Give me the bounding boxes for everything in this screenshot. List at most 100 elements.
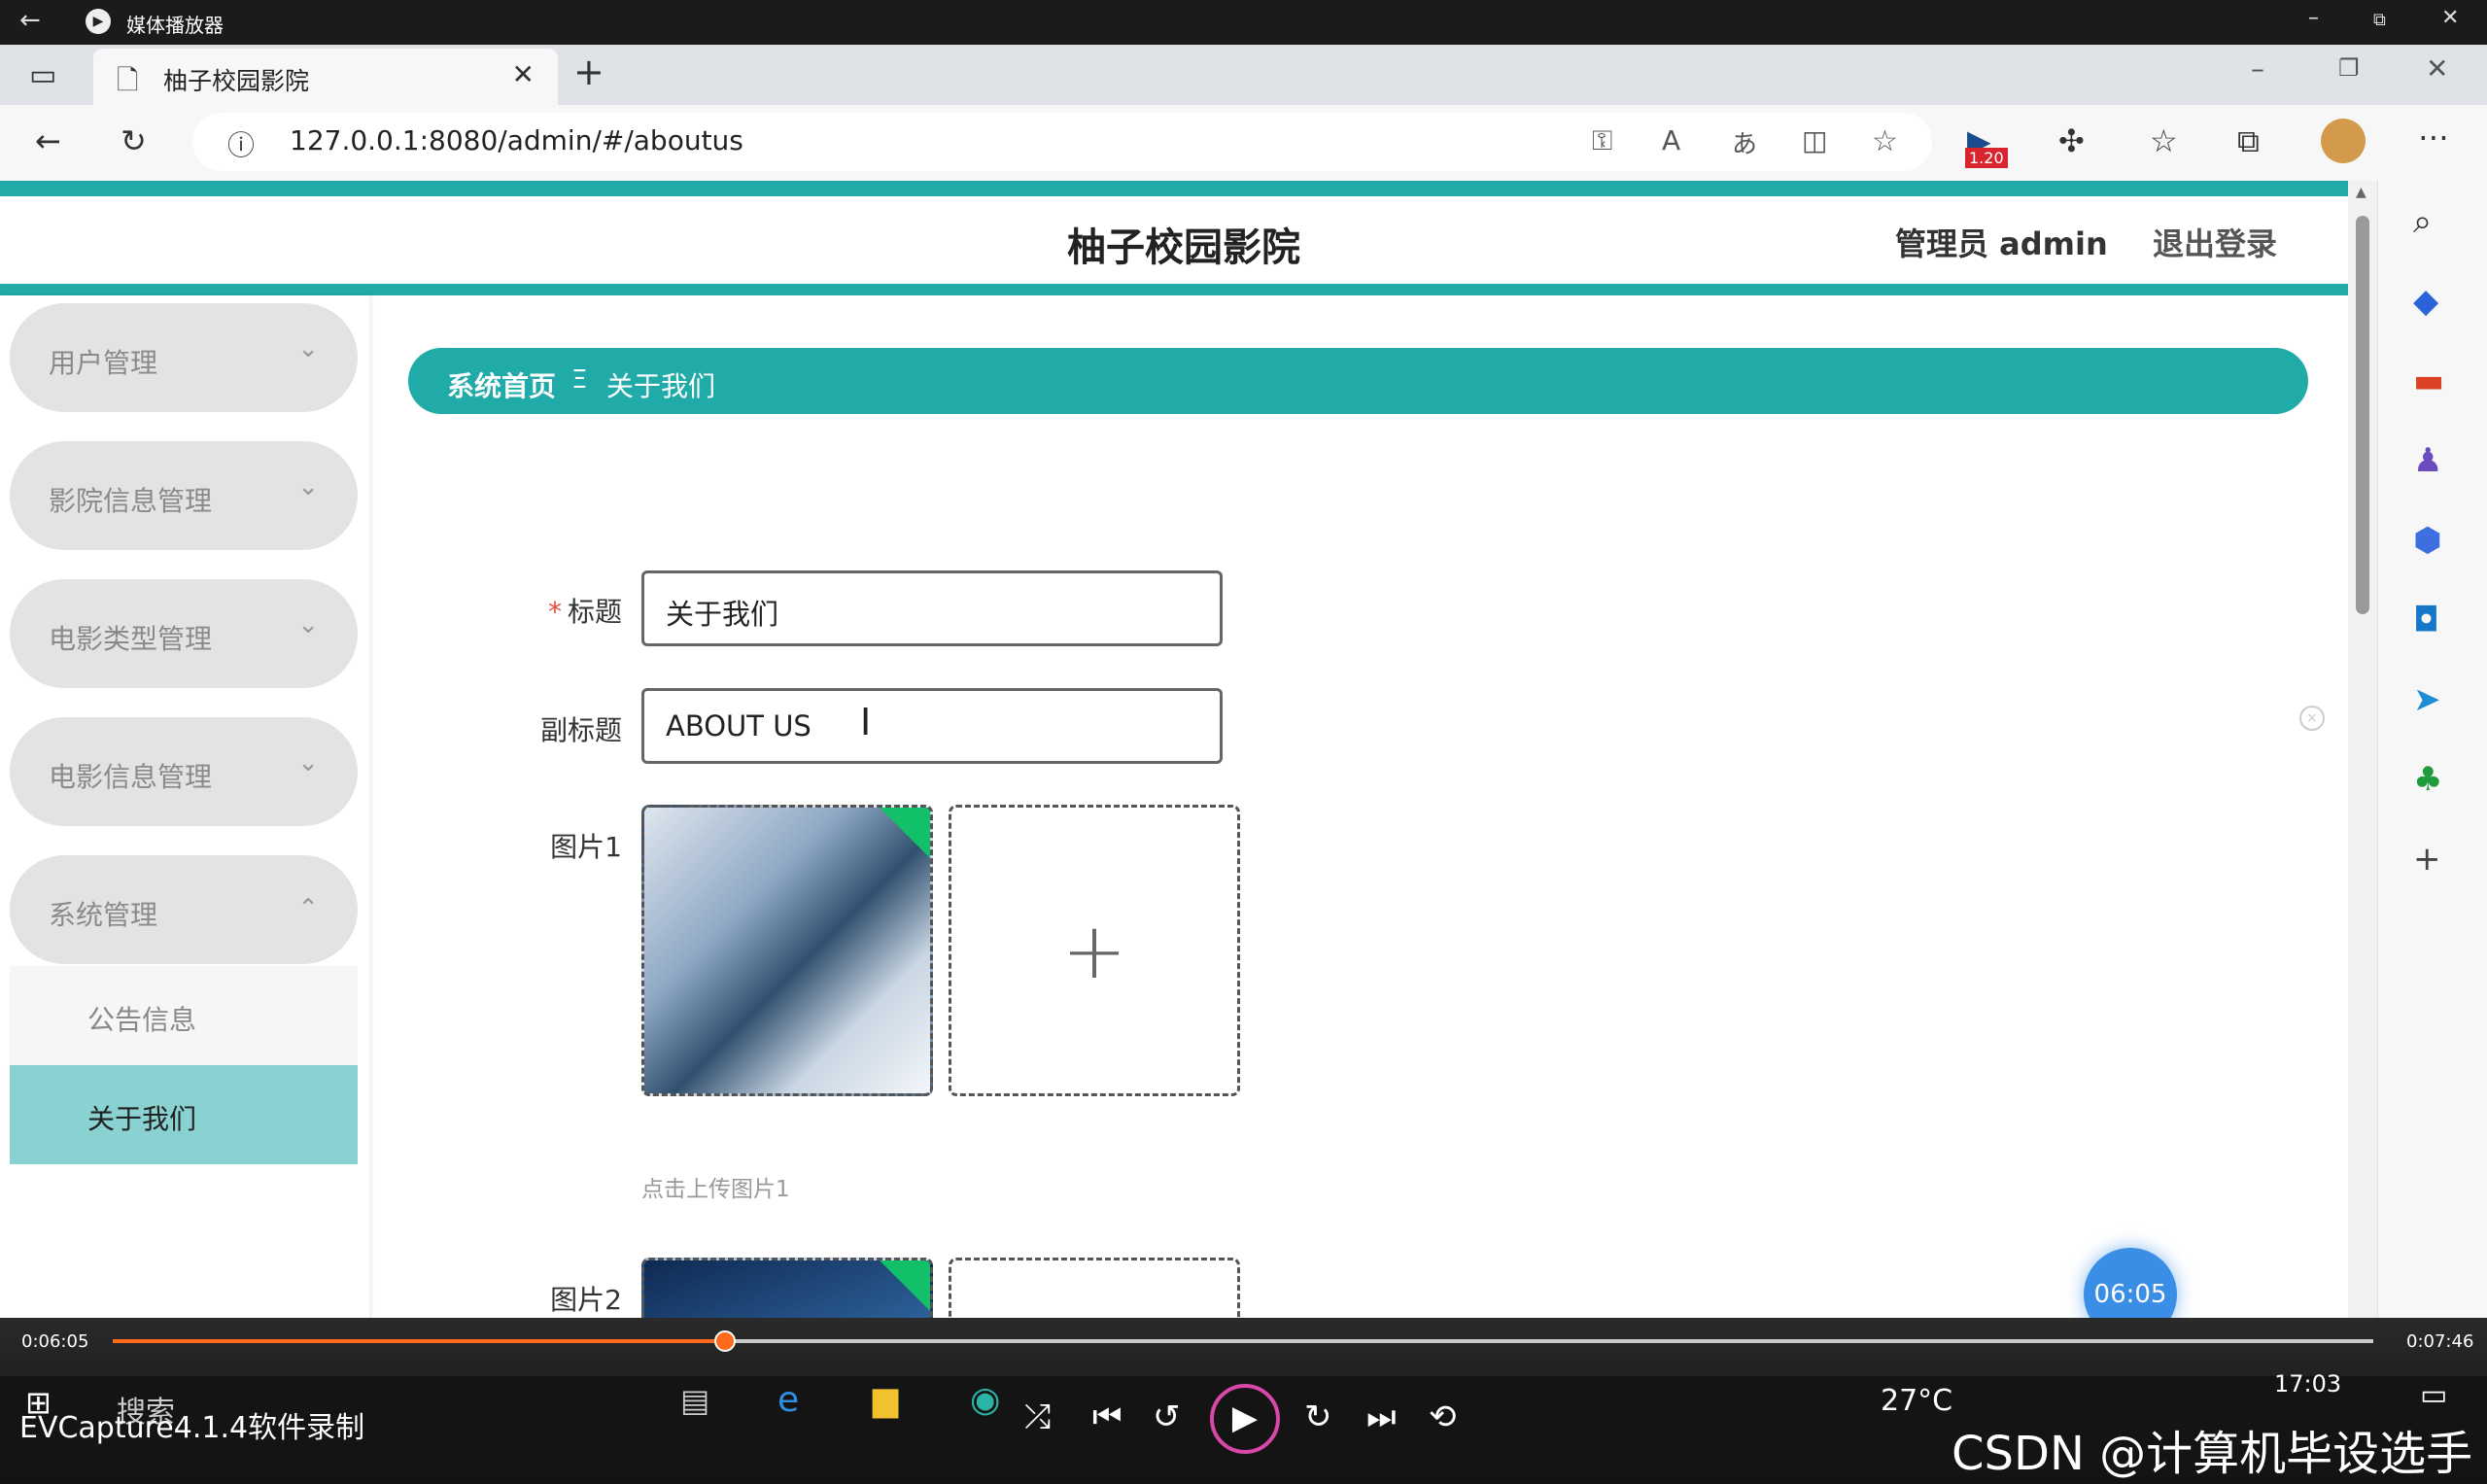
browser-minimize-icon[interactable]: –: [2251, 52, 2264, 85]
sidebar-item-label: 影院信息管理: [49, 485, 213, 517]
upload-success-corner: [880, 1260, 930, 1311]
pic1-upload-hint: 点击上传图片1: [641, 1177, 790, 1202]
pic1-thumbnail[interactable]: [641, 805, 933, 1096]
minimize-icon[interactable]: –: [2308, 6, 2319, 30]
pic2-label: 图片2: [550, 1284, 622, 1316]
sidebar-subitem-label: 公告信息: [87, 1004, 197, 1036]
logout-button[interactable]: 退出登录: [2153, 220, 2277, 264]
password-key-icon[interactable]: ⚿: [1592, 124, 1612, 157]
sidebar-item-movie-info[interactable]: 电影信息管理 ⌄: [10, 717, 358, 826]
csdn-watermark: CSDN @计算机毕设选手: [1952, 1427, 2473, 1481]
notifications-icon[interactable]: ▭: [2420, 1378, 2447, 1412]
rewind-10-icon[interactable]: ↺: [1153, 1398, 1181, 1436]
page-doc-icon: 🗋: [117, 64, 139, 96]
breadcrumb-home[interactable]: 系统首页: [447, 365, 556, 404]
more-menu-icon[interactable]: ⋯: [2418, 119, 2449, 155]
page-scrollbar[interactable]: ▲: [2348, 181, 2377, 1318]
split-screen-icon[interactable]: ◫: [1802, 124, 1827, 156]
subtitle-input-value: ABOUT US: [666, 709, 812, 742]
subtitle-input[interactable]: ABOUT US I: [641, 688, 1223, 764]
back-arrow-icon[interactable]: ←: [19, 6, 41, 35]
forward-30-icon[interactable]: ↻: [1304, 1398, 1332, 1436]
sidebar-item-movie-types[interactable]: 电影类型管理 ⌄: [10, 579, 358, 688]
translate-icon[interactable]: あ: [1732, 124, 1757, 160]
chevron-down-icon: ⌄: [297, 610, 319, 639]
nav-back-icon[interactable]: ←: [35, 122, 61, 159]
reload-icon[interactable]: ↻: [121, 122, 147, 159]
next-icon[interactable]: ⏭: [1366, 1398, 1397, 1436]
sidebar-subitem-about-us[interactable]: 关于我们: [10, 1065, 358, 1164]
extension-badge: 1.20: [1965, 148, 2008, 168]
browser-tab-active[interactable]: 🗋 柚子校园影院 ✕: [93, 49, 558, 105]
text-cursor-icon: I: [860, 701, 872, 743]
shopping-tag-icon[interactable]: ◆: [2413, 282, 2438, 321]
add-icon[interactable]: +: [2413, 840, 2441, 879]
url-text[interactable]: 127.0.0.1:8080/admin/#/aboutus: [290, 124, 743, 156]
chevron-down-icon: ⌄: [297, 472, 319, 501]
outlook-icon[interactable]: ◘: [2413, 601, 2439, 639]
sidebar-item-cinema-info[interactable]: 影院信息管理 ⌄: [10, 441, 358, 550]
read-aloud-icon[interactable]: A: [1662, 124, 1680, 156]
tree-icon[interactable]: ♣: [2413, 760, 2442, 799]
task-view-icon[interactable]: ▤: [680, 1382, 709, 1419]
new-tab-icon[interactable]: +: [573, 51, 604, 93]
restore-icon[interactable]: ⧉: [2373, 10, 2386, 30]
sidebar-item-label: 电影类型管理: [49, 623, 213, 655]
upload-success-corner: [880, 808, 930, 858]
pic2-upload-button[interactable]: [949, 1258, 1240, 1318]
site-title: 柚子校园影院: [1067, 225, 1300, 270]
sidebar-item-label: 用户管理: [49, 347, 158, 379]
search-icon[interactable]: ⌕: [2413, 202, 2432, 241]
seek-bar[interactable]: [113, 1330, 2373, 1352]
microsoft365-icon[interactable]: ⬢: [2413, 521, 2442, 560]
play-button[interactable]: ▶: [1210, 1384, 1280, 1454]
clear-icon[interactable]: ×: [2299, 706, 2325, 731]
current-time: 0:06:05: [21, 1331, 89, 1352]
browser-restore-icon[interactable]: ❐: [2338, 54, 2360, 82]
title-input[interactable]: 关于我们: [641, 570, 1223, 646]
pic1-upload-button[interactable]: +: [949, 805, 1240, 1096]
repeat-icon[interactable]: ⟲: [1429, 1398, 1457, 1436]
sidebar-item-user-management[interactable]: 用户管理 ⌄: [10, 303, 358, 412]
video-time-badge[interactable]: 06:05: [2084, 1248, 2177, 1318]
edge-browser-icon[interactable]: ◉: [970, 1380, 1000, 1420]
close-icon[interactable]: ✕: [2441, 6, 2459, 30]
admin-user-label: 管理员 admin: [1895, 225, 2108, 262]
video-controls: 0:06:05 0:07:46 ⊞ 搜索 EVCapture4.1.4软件录制 …: [0, 1318, 2487, 1484]
previous-icon[interactable]: ⏮: [1092, 1398, 1123, 1436]
browser-close-icon[interactable]: ✕: [2426, 52, 2448, 85]
pic2-thumbnail[interactable]: [641, 1258, 933, 1318]
weather-temp[interactable]: 27°C: [1881, 1384, 1952, 1418]
profile-avatar[interactable]: [2321, 119, 2366, 163]
seek-knob[interactable]: [714, 1330, 737, 1352]
add-favorite-icon[interactable]: ☆: [1872, 124, 1898, 158]
edge-sidebar: ⌕ ◆ ▬ ♟ ⬢ ◘ ➤ ♣ +: [2377, 181, 2487, 1318]
tab-actions-icon[interactable]: ▭: [29, 58, 56, 92]
site-info-icon[interactable]: ⓘ: [227, 124, 255, 163]
collections-icon[interactable]: ⧉: [2237, 122, 2260, 160]
ie-browser-icon[interactable]: e: [777, 1380, 799, 1420]
chevron-up-icon: ⌃: [297, 894, 319, 923]
sidebar-item-system[interactable]: 系统管理 ⌃: [10, 855, 358, 964]
address-bar[interactable]: ⓘ 127.0.0.1:8080/admin/#/aboutus ⚿ A あ ◫…: [192, 113, 1932, 171]
shuffle-icon[interactable]: ⤮: [1024, 1398, 1051, 1436]
sidebar-item-label: 系统管理: [49, 899, 158, 931]
games-icon[interactable]: ♟: [2413, 441, 2442, 480]
file-explorer-icon[interactable]: ▆: [873, 1380, 898, 1419]
media-player-titlebar: ← ▶ 媒体播放器 – ⧉ ✕: [0, 0, 2487, 45]
scroll-thumb[interactable]: [2356, 216, 2369, 614]
send-icon[interactable]: ➤: [2413, 680, 2441, 719]
sidebar-subitem-notice[interactable]: 公告信息: [10, 966, 358, 1065]
header-bottom-stripe: [0, 284, 2348, 295]
plus-icon: +: [1061, 905, 1127, 996]
required-asterisk: *: [547, 596, 562, 628]
web-page: 柚子校园影院 管理员 admin 退出登录 用户管理 ⌄ 影院信息管理 ⌄ 电影…: [0, 181, 2348, 1318]
favorites-icon[interactable]: ☆: [2150, 122, 2178, 159]
tools-briefcase-icon[interactable]: ▬: [2413, 362, 2444, 400]
tab-close-icon[interactable]: ✕: [512, 58, 535, 90]
sidebar-item-label: 电影信息管理: [49, 761, 213, 793]
player-title: 媒体播放器: [126, 14, 224, 37]
scroll-up-icon[interactable]: ▲: [2356, 185, 2366, 200]
extensions-puzzle-icon[interactable]: ✣: [2058, 122, 2085, 159]
taskbar-clock[interactable]: 17:03: [2274, 1370, 2341, 1398]
